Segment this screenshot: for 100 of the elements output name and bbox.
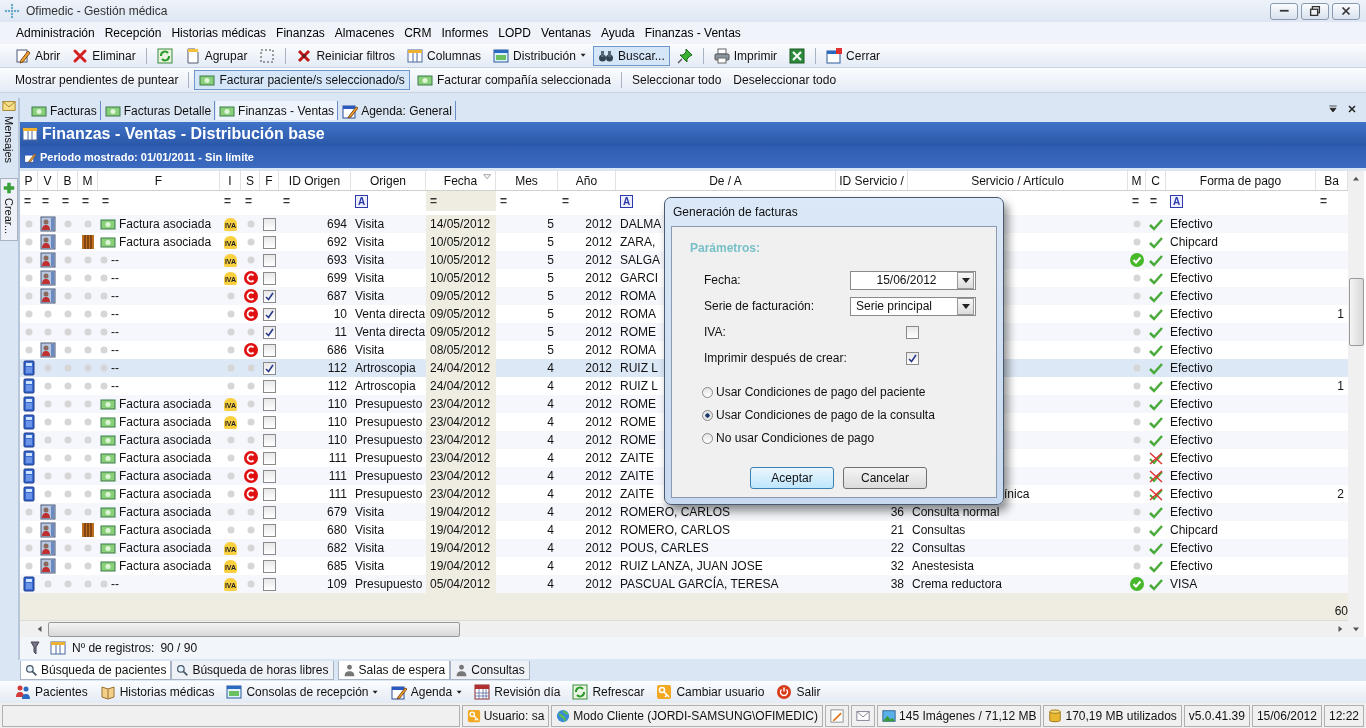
table-cell-text: 2012 [584, 504, 613, 521]
table-cell: 2 [1337, 487, 1344, 501]
table-cell-text: 2012 [584, 486, 613, 503]
table-cell: 09/05/2012 [426, 305, 496, 323]
table-cell: -- [111, 289, 119, 303]
table-cell-text: 112 [326, 378, 348, 395]
table-cell-text: 4 [546, 558, 555, 575]
table-cell-text: 110 [326, 432, 348, 449]
table-cell: -- [111, 325, 119, 339]
table-cell-text: Venta directa [354, 306, 426, 323]
table-cell-text: Efectivo [1169, 540, 1214, 557]
table-cell-text: 2012 [584, 450, 613, 467]
table-cell: Crema reductora [912, 577, 1003, 591]
table-cell: Factura asociada [119, 451, 212, 465]
table-cell: 19/04/2012 [426, 557, 496, 575]
table-cell-text: Presupuesto [354, 414, 424, 431]
table-cell: ROMA [620, 343, 656, 357]
table-cell-text: 2012 [584, 234, 613, 251]
table-cell-text: 4 [546, 396, 555, 413]
table-cell-text: Efectivo [1169, 252, 1214, 269]
table-cell-text: 693 [325, 252, 348, 269]
table-cell-text: 2012 [584, 360, 613, 377]
table-cell-text: 110 [326, 396, 348, 413]
field-label: Fecha: [704, 273, 742, 287]
table-cell-text: 10 [332, 306, 348, 323]
table-cell: -- [111, 577, 119, 591]
table-cell: 10/05/2012 [426, 233, 496, 251]
table-cell: RUIZ L [620, 379, 658, 393]
table-cell-text: 685 [325, 558, 348, 575]
table-cell: 1 [1337, 379, 1344, 393]
table-cell: ROME [620, 397, 656, 411]
table-cell-text: 4 [546, 414, 555, 431]
table-cell-text: Efectivo [1169, 324, 1214, 341]
dialog-title: Generación de facturas [672, 204, 799, 221]
status-text: 145 Imágenes / 71,12 MB [899, 709, 1037, 723]
table-cell: 1 [1337, 307, 1344, 321]
table-cell: Factura asociada [119, 523, 212, 537]
table-cell-text: Chipcard [1169, 522, 1220, 539]
table-cell-text: Efectivo [1169, 360, 1214, 377]
table-cell-text: 4 [546, 504, 555, 521]
table-cell: ZAITE [620, 469, 654, 483]
table-cell-text: 5 [546, 252, 555, 269]
table-cell-text: 687 [325, 288, 348, 305]
table-cell-text: 2012 [584, 270, 613, 287]
table-cell: Factura asociada [119, 559, 212, 573]
table-cell: 23/04/2012 [426, 449, 496, 467]
table-cell-text: 5 [546, 306, 555, 323]
table-cell: ROME [620, 433, 656, 447]
table-cell-text: Chipcard [1169, 234, 1220, 251]
table-cell-text: 112 [326, 360, 348, 377]
table-cell: Factura asociada [119, 415, 212, 429]
table-cell-text: 4 [546, 540, 555, 557]
table-cell-text: Presupuesto [354, 468, 424, 485]
panel-title: Finanzas - Ventas - Distribución base [42, 125, 325, 143]
table-cell: -- [111, 253, 119, 267]
table-cell-text: 679 [325, 504, 348, 521]
table-cell-text: 5 [546, 342, 555, 359]
table-cell: Factura asociada [119, 433, 212, 447]
table-cell: ROME [620, 325, 656, 339]
table-cell: DALMA [620, 217, 662, 231]
table-cell: 24/04/2012 [426, 359, 496, 377]
table-cell: 22 [890, 541, 904, 555]
table-cell: Consultas [912, 541, 966, 555]
field-label: IVA: [704, 325, 727, 339]
table-cell-text: 11 [333, 324, 348, 341]
table-cell: 38 [890, 577, 904, 591]
table-cell: 14/05/2012 [426, 215, 496, 233]
table-cell-text: Presupuesto [354, 450, 424, 467]
table-cell-text: VISA [1169, 576, 1199, 593]
table-cell-text: Visita [354, 288, 386, 305]
table-cell: 23/04/2012 [426, 485, 496, 503]
table-cell: Factura asociada [119, 235, 212, 249]
column-total: 60 [1334, 604, 1348, 618]
section-title: Parámetros: [690, 241, 762, 255]
table-cell: PASCUAL GARCÍA, TERESA [620, 577, 779, 591]
table-cell-text: Presupuesto [354, 432, 424, 449]
table-cell-text: 111 [327, 486, 348, 503]
table-cell-text: 4 [546, 378, 555, 395]
table-cell: Consultas [912, 523, 966, 537]
table-cell-text: 2012 [584, 558, 613, 575]
table-cell-text: 5 [546, 234, 555, 251]
table-cell-text: 5 [546, 270, 555, 287]
status-text: Usuario: sa [483, 709, 545, 723]
table-cell-text: 109 [325, 576, 348, 593]
field-label: Imprimir después de crear: [704, 351, 848, 365]
table-cell-text: 680 [325, 522, 348, 539]
table-cell-text: 2012 [584, 378, 613, 395]
table-cell-text: 4 [546, 360, 555, 377]
table-cell-text: 5 [546, 288, 555, 305]
record-count-label: Nº de registros: [72, 641, 155, 655]
status-text: v5.0.41.39 [1188, 709, 1245, 723]
table-cell: ROME [620, 415, 656, 429]
period-label: Periodo mostrado: 01/01/2011 - Sin límite [40, 151, 254, 163]
table-cell: Factura asociada [119, 541, 212, 555]
table-cell-text: Efectivo [1169, 432, 1214, 449]
table-cell-text: Presupuesto [354, 576, 424, 593]
table-cell-text: 2012 [584, 342, 613, 359]
table-cell-text: 2012 [584, 324, 613, 341]
table-cell-text: Efectivo [1169, 378, 1214, 395]
table-cell-text: Efectivo [1169, 486, 1214, 503]
